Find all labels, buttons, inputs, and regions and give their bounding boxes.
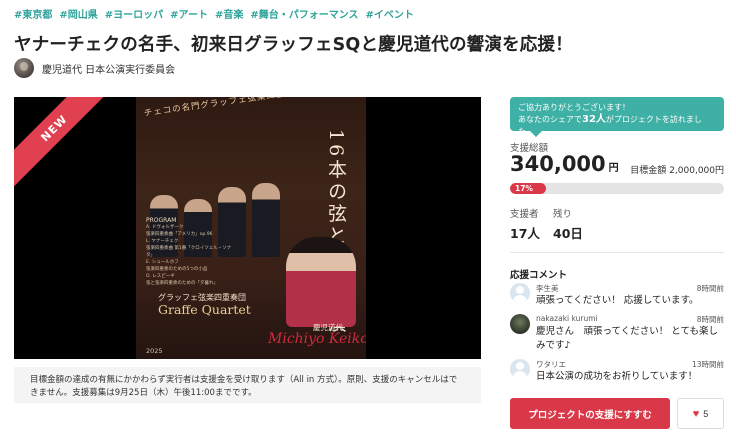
supporters-stat: 支援者 17人	[510, 206, 540, 242]
tag-art[interactable]: #アート	[170, 6, 208, 21]
musician-figure	[252, 183, 280, 257]
program-line: O. レスピーギ	[146, 274, 175, 279]
poster-top-line: チェコの名門グラッフェ弦楽四重奏団とソプラノ慶児道代	[143, 97, 366, 119]
program-line: 弦楽四重奏曲 第1番「クロイツェル・ソナタ」	[146, 246, 232, 258]
comment-author[interactable]: ワタリエ	[536, 359, 566, 370]
project-title: ヤナーチェクの名手、初来日グラッフェSQと慶児道代の響演を応援！	[14, 35, 573, 55]
comment-text: 慶児さん 頑張ってください！ とても楽しみです♪	[536, 326, 719, 351]
project-hero-image: チェコの名門グラッフェ弦楽四重奏団とソプラノ慶児道代 16本の弦と声の響演 PR…	[14, 97, 481, 359]
singer-name-en: Michiyo Keiko	[268, 331, 366, 347]
comment-time: 13時間前	[691, 360, 724, 369]
tag-stage-performance[interactable]: #舞台・パフォーマンス	[250, 6, 358, 21]
default-avatar-icon[interactable]	[510, 283, 530, 303]
comment-text: 日本公演の成功をお祈りしています！	[536, 371, 698, 382]
total-amount-value: 340,000	[510, 152, 606, 176]
comment-text: 頑張ってください！ 応援しています。	[536, 295, 699, 306]
program-line: 弦楽四重奏のための5つの小品	[146, 267, 208, 272]
remaining-value: 40日	[553, 226, 583, 241]
share-thanks-line: ご協力ありがとうございます！	[518, 103, 630, 112]
tag-music[interactable]: #音楽	[215, 6, 243, 21]
owner-name[interactable]: 慶児道代 日本公演実行委員会	[42, 61, 175, 76]
tag-tokyo[interactable]: #東京都	[14, 6, 52, 21]
share-count-line: あなたのシェアで32人がプロジェクトを訪れました。	[518, 114, 716, 138]
heart-icon: ♥	[692, 407, 700, 420]
tag-okayama[interactable]: #岡山県	[59, 6, 97, 21]
funding-notice: 目標金額の達成の有無にかかわらず実行者は支援金を受け取ります（All in 方式…	[14, 367, 481, 403]
progress-fill: 17%	[510, 183, 547, 194]
new-badge-label: NEW	[14, 97, 104, 187]
like-button[interactable]: ♥ 5	[677, 398, 724, 429]
share-thanks-bubble: ご協力ありがとうございます！ あなたのシェアで32人がプロジェクトを訪れました。	[510, 97, 724, 137]
poster-program: PROGRAM A. ドヴォルザーク 弦楽四重奏曲「アメリカ」op.96 L. …	[146, 217, 238, 287]
avatar[interactable]	[510, 314, 530, 334]
program-line: E. シュールホフ	[146, 260, 179, 265]
project-owner[interactable]: 慶児道代 日本公演実行委員会	[14, 58, 175, 78]
remaining-label: 残り	[553, 209, 573, 220]
soprano-photo	[286, 237, 356, 327]
concert-poster: チェコの名門グラッフェ弦楽四重奏団とソプラノ慶児道代 16本の弦と声の響演 PR…	[136, 97, 366, 359]
goal-label: 目標金額	[630, 166, 667, 176]
tag-event[interactable]: #イベント	[366, 6, 414, 21]
like-count: 5	[703, 408, 709, 419]
divider	[510, 252, 724, 253]
program-line: 弦と弦楽四重奏のための「夕暮れ」	[146, 281, 218, 286]
comment-time: 8時間前	[696, 284, 724, 293]
owner-avatar[interactable]	[14, 58, 34, 78]
program-label: PROGRAM	[146, 217, 177, 224]
comment-author[interactable]: nakazaki kurumi	[536, 314, 598, 323]
comment-time: 8時間前	[696, 315, 724, 324]
poster-year: 2025	[146, 347, 163, 355]
program-line: A. ドヴォルザーク	[146, 225, 184, 230]
total-amount: 340,000 円	[510, 152, 619, 176]
total-amount-unit: 円	[608, 163, 619, 174]
tag-europe[interactable]: #ヨーロッパ	[105, 6, 163, 21]
support-project-button[interactable]: プロジェクトの支援にすすむ	[510, 398, 670, 429]
supporters-value: 17人	[510, 226, 540, 241]
supporters-label: 支援者	[510, 209, 539, 220]
share-count: 32人	[582, 114, 606, 125]
comment-author[interactable]: 李生美	[536, 283, 559, 294]
remaining-stat: 残り 40日	[553, 206, 583, 242]
share-prefix: あなたのシェアで	[518, 115, 582, 124]
goal-amount: 目標金額 2,000,000円	[630, 163, 724, 176]
default-avatar-icon[interactable]	[510, 359, 530, 379]
progress-bar: 17%	[510, 183, 724, 194]
funding-sidebar: ご協力ありがとうございます！ あなたのシェアで32人がプロジェクトを訪れました。…	[510, 0, 724, 442]
program-line: L. ヤナーチェク	[146, 239, 179, 244]
quartet-name-en: Graffe Quartet	[158, 302, 251, 317]
new-badge: NEW	[14, 97, 104, 187]
comments-header: 応援コメント	[510, 270, 568, 281]
tag-list: #東京都 #岡山県 #ヨーロッパ #アート #音楽 #舞台・パフォーマンス #イ…	[14, 6, 414, 21]
goal-value: 2,000,000円	[669, 166, 724, 176]
program-line: 弦楽四重奏曲「アメリカ」op.96	[146, 232, 213, 237]
